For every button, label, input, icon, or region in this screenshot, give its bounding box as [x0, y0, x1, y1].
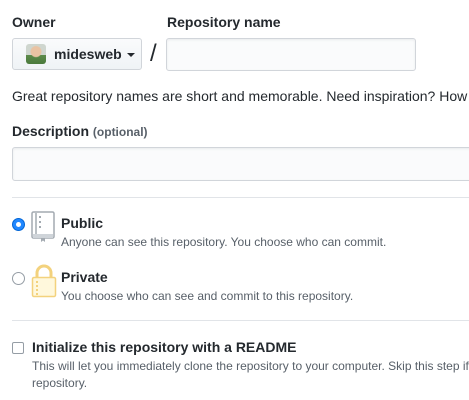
- repo-book-icon: [31, 211, 55, 242]
- description-input[interactable]: [12, 147, 469, 181]
- visibility-title-private: Private: [61, 269, 108, 285]
- visibility-desc-private: You choose who can see and commit to thi…: [61, 289, 354, 303]
- create-repository-form: Owner midesweb / Repository name Great r…: [0, 0, 469, 400]
- initialize-readme-desc-line2: repository.: [32, 376, 88, 390]
- divider: [12, 320, 469, 321]
- owner-selected-value: midesweb: [54, 46, 122, 62]
- caret-down-icon: [126, 53, 135, 57]
- initialize-readme-desc-line1: This will let you immediately clone the …: [32, 359, 469, 373]
- description-label-text: Description: [12, 123, 90, 139]
- description-label: Description (optional): [12, 123, 148, 139]
- owner-repo-separator: /: [150, 40, 157, 67]
- repository-name-hint: Great repository names are short and mem…: [12, 88, 469, 104]
- initialize-readme-checkbox[interactable]: [12, 342, 24, 354]
- owner-select-button[interactable]: midesweb: [12, 38, 142, 70]
- optional-tag: (optional): [92, 125, 148, 139]
- visibility-desc-public: Anyone can see this repository. You choo…: [61, 235, 387, 249]
- owner-label: Owner: [12, 14, 56, 30]
- visibility-radio-private[interactable]: [12, 272, 25, 285]
- user-avatar: [26, 44, 46, 64]
- initialize-readme-title: Initialize this repository with a README: [32, 339, 297, 355]
- repository-name-label: Repository name: [167, 14, 281, 30]
- visibility-radio-public[interactable]: [12, 218, 25, 231]
- visibility-title-public: Public: [61, 215, 104, 231]
- lock-icon: [31, 264, 57, 298]
- repository-name-input[interactable]: [166, 38, 416, 71]
- divider: [12, 197, 469, 198]
